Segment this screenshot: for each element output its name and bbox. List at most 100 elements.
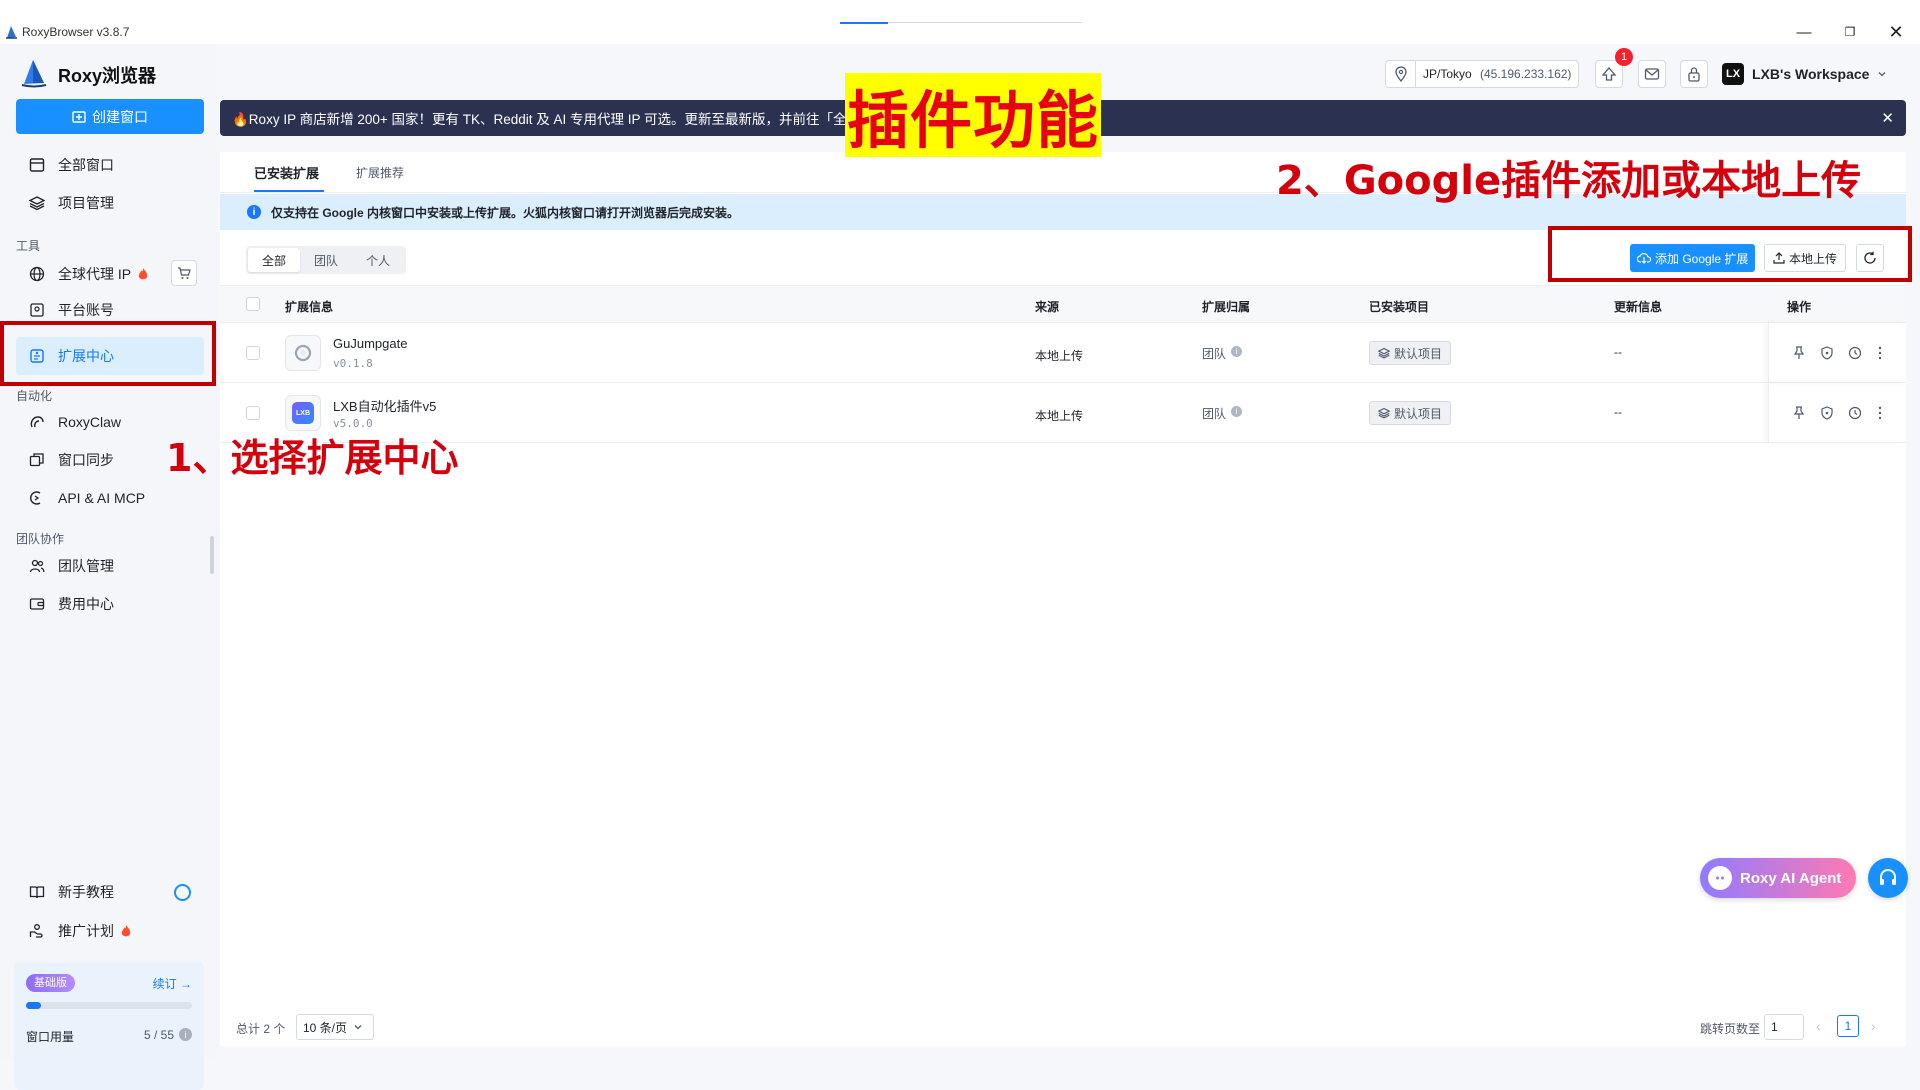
cart-button[interactable] [171, 260, 197, 286]
plan-badge: 基础版 [26, 974, 75, 992]
next-page-icon[interactable]: › [1871, 1018, 1876, 1034]
users-icon [28, 557, 46, 575]
project-tag[interactable]: 默认项目 [1369, 341, 1452, 365]
lock-button[interactable] [1680, 60, 1708, 88]
row-actions [1768, 383, 1906, 443]
close-icon[interactable]: ✕ [1881, 109, 1894, 127]
more-icon[interactable] [1878, 406, 1882, 420]
workspace-switcher[interactable]: LX LXB's Workspace [1722, 60, 1887, 88]
sidebar-item-label: RoxyClaw [58, 414, 122, 430]
usage-bar-fill [26, 1002, 41, 1009]
col-source: 来源 [1035, 300, 1060, 314]
drag-track [888, 22, 1082, 23]
sidebar-item-billing[interactable]: 费用中心 [16, 586, 204, 622]
sidebar-item-platform-accounts[interactable]: 平台账号 [16, 297, 204, 323]
filter-personal[interactable]: 个人 [352, 248, 404, 272]
tab-recommended[interactable]: 扩展推荐 [356, 152, 404, 192]
chevron-down-icon [1877, 69, 1887, 79]
create-window-button[interactable]: 创建窗口 [16, 99, 204, 134]
layers-icon [1378, 407, 1390, 419]
project-tag[interactable]: 默认项目 [1369, 401, 1452, 425]
fire-icon [137, 267, 149, 281]
claw-icon [28, 413, 46, 431]
info-icon: i [247, 205, 261, 219]
renew-link[interactable]: 续订 → [153, 975, 192, 992]
sidebar-item-team-management[interactable]: 团队管理 [16, 548, 204, 584]
upload-arrow-icon [1601, 66, 1617, 82]
tutorial-progress-icon [174, 884, 191, 901]
close-window-button[interactable]: ✕ [1884, 22, 1908, 42]
extension-owner: 团队 [1202, 407, 1227, 421]
sidebar-item-label: 团队管理 [58, 558, 114, 574]
more-icon[interactable] [1878, 346, 1882, 360]
api-icon [28, 489, 46, 507]
proxy-location-pill[interactable]: JP/Tokyo (45.196.233.162) [1385, 60, 1579, 88]
extension-update: -- [1614, 405, 1622, 419]
minimize-button[interactable]: — [1792, 22, 1816, 42]
ai-agent-label: Roxy AI Agent [1740, 869, 1842, 887]
shield-icon[interactable] [1821, 406, 1833, 420]
row-checkbox[interactable] [246, 406, 260, 420]
layers-icon [1378, 347, 1390, 359]
messages-button[interactable] [1638, 60, 1666, 88]
sidebar-scrollbar[interactable] [210, 536, 214, 574]
headset-icon [1878, 868, 1898, 888]
account-icon [28, 301, 46, 319]
extension-name: LXB自动化插件v5 [333, 399, 437, 414]
extension-update: -- [1614, 345, 1622, 359]
sync-windows-icon [28, 451, 46, 469]
sidebar-item-referral[interactable]: 推广计划 [16, 913, 204, 949]
history-icon[interactable] [1848, 406, 1862, 420]
extension-version: v0.1.8 [333, 357, 373, 370]
restore-button[interactable]: ❐ [1838, 22, 1862, 42]
sidebar-item-label: 推广计划 [58, 923, 114, 939]
col-owner: 扩展归属 [1202, 300, 1251, 314]
select-all-checkbox[interactable] [246, 297, 260, 311]
filter-team[interactable]: 团队 [300, 248, 352, 272]
page-1-button[interactable]: 1 [1837, 1015, 1859, 1037]
create-window-label: 创建窗口 [92, 108, 148, 125]
table-row[interactable]: LXB LXB自动化插件v5 v5.0.0 本地上传 团队 i 默认项目 -- [220, 383, 1906, 443]
tab-installed[interactable]: 已安装扩展 [254, 152, 319, 192]
logo-icon [20, 58, 48, 88]
fire-icon [120, 924, 132, 938]
page-size-select[interactable]: 10 条/页 [296, 1014, 374, 1040]
sidebar-item-label: API & AI MCP [58, 490, 146, 506]
pagination: 总计 2 个 10 条/页 跳转页数至 1 ‹ 1 › [220, 1006, 1906, 1046]
annotation-box-upload [1548, 226, 1912, 282]
lock-icon [1687, 66, 1701, 82]
sidebar-item-projects[interactable]: 项目管理 [16, 185, 204, 221]
mail-icon [1644, 67, 1660, 81]
info-icon[interactable]: i [179, 1028, 192, 1041]
shield-icon[interactable] [1821, 346, 1833, 360]
prev-page-icon[interactable]: ‹ [1816, 1018, 1821, 1034]
filter-all[interactable]: 全部 [248, 248, 301, 272]
history-icon[interactable] [1848, 346, 1862, 360]
table-header: 扩展信息 来源 扩展归属 已安装项目 更新信息 操作 [220, 285, 1906, 323]
sidebar-item-all-windows[interactable]: 全部窗口 [16, 147, 204, 183]
extension-logo: LXB [285, 395, 321, 431]
page-size-value: 10 条/页 [303, 1020, 348, 1035]
row-actions [1768, 323, 1906, 383]
support-button[interactable] [1868, 858, 1908, 898]
jump-label: 跳转页数至 [1700, 1022, 1761, 1036]
pin-icon[interactable] [1793, 406, 1805, 420]
annotation-step2: 2、Google插件添加或本地上传 [1276, 158, 1862, 204]
globe-icon [28, 265, 46, 283]
info-icon[interactable]: i [1231, 346, 1242, 357]
sidebar: Roxy浏览器 创建窗口 全部窗口 项目管理 工具 全球代理 IP 平台账号 扩… [0, 44, 218, 1090]
app-icon [5, 25, 18, 39]
info-icon[interactable]: i [1231, 406, 1242, 417]
extension-name: GuJumpgate [333, 336, 408, 351]
project-tag-label: 默认项目 [1394, 406, 1443, 421]
wallet-icon [28, 595, 46, 613]
ai-agent-button[interactable]: Roxy AI Agent [1700, 858, 1856, 898]
pin-icon[interactable] [1793, 346, 1805, 360]
window-icon [28, 156, 46, 174]
sidebar-item-api[interactable]: API & AI MCP [16, 480, 204, 516]
total-count: 总计 2 个 [236, 1022, 286, 1036]
row-checkbox[interactable] [246, 346, 260, 360]
table-row[interactable]: GuJumpgate v0.1.8 本地上传 团队 i 默认项目 -- [220, 323, 1906, 383]
jump-input[interactable]: 1 [1764, 1014, 1804, 1040]
tab-label: 扩展推荐 [356, 165, 405, 180]
